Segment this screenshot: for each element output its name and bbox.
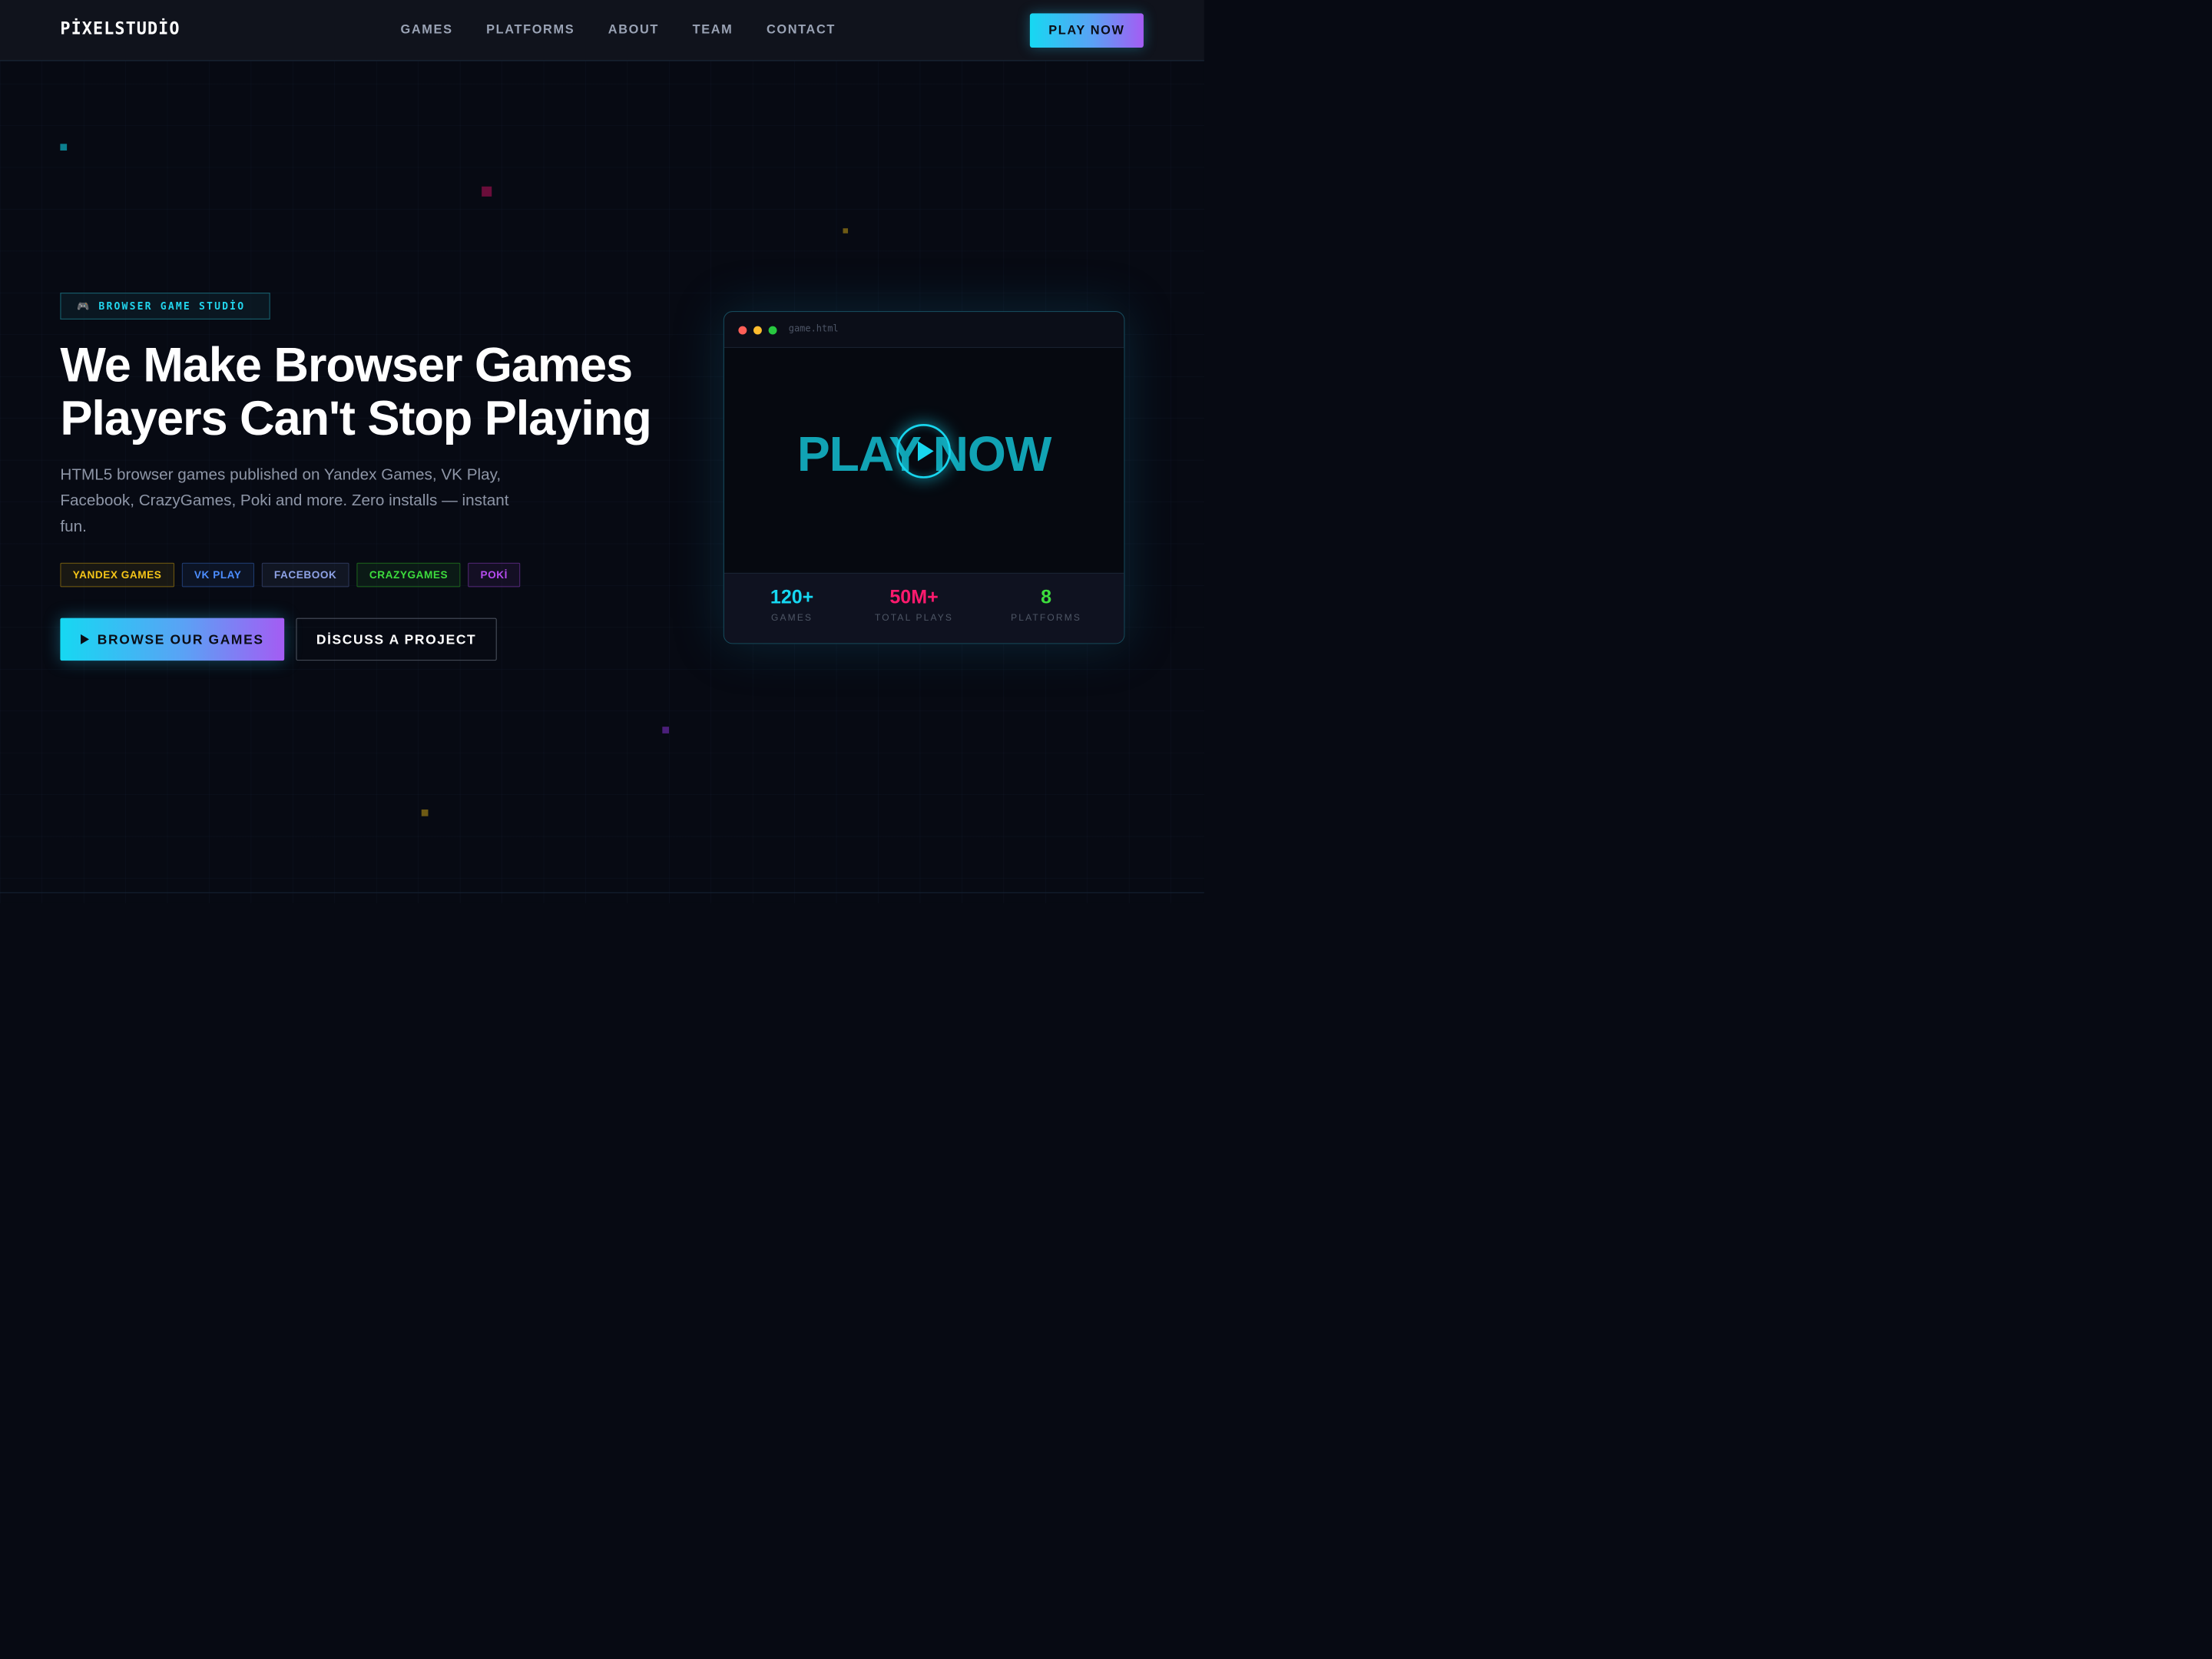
play-circle-icon[interactable]: [896, 424, 951, 478]
section-divider: [0, 892, 1204, 893]
stat-label: GAMES: [771, 612, 813, 623]
discuss-project-button[interactable]: DİSCUSS A PROJECT: [296, 618, 497, 661]
browse-games-button[interactable]: BROWSE OUR GAMES: [60, 618, 285, 661]
nav-link-about[interactable]: ABOUT: [608, 22, 659, 37]
play-triangle-icon: [917, 441, 934, 462]
stats-bar: 120+ GAMES 50M+ TOTAL PLAYS 8 PLATFORMS: [724, 572, 1124, 644]
browse-games-label: BROWSE OUR GAMES: [97, 631, 264, 647]
nav-link-contact[interactable]: CONTACT: [767, 22, 836, 37]
studio-badge: 🎮 BROWSER GAME STUDİO: [60, 293, 270, 320]
window-filename: game.html: [788, 323, 839, 334]
decor-pixel: [662, 727, 670, 733]
play-icon: [81, 634, 89, 644]
stat-label: TOTAL PLAYS: [875, 612, 954, 623]
gamepad-icon: 🎮: [77, 300, 90, 312]
stat-platforms: 8 PLATFORMS: [992, 585, 1101, 623]
platform-tags: YANDEX GAMES VK PLAY FACEBOOK CRAZYGAMES…: [60, 562, 521, 588]
stat-value: 120+: [770, 585, 814, 608]
top-nav: PİXELSTUDİO GAMES PLATFORMS ABOUT TEAM C…: [0, 0, 1204, 61]
site-logo[interactable]: PİXELSTUDİO: [60, 19, 180, 38]
game-preview-window: game.html PLAY NOW 120+ GAMES 50M+ TOTAL…: [723, 311, 1125, 644]
stat-total-plays: 50M+ TOTAL PLAYS: [859, 585, 969, 623]
decor-pixel: [421, 809, 429, 816]
game-screen[interactable]: PLAY NOW: [724, 347, 1124, 573]
platform-tag-poki[interactable]: POKİ: [468, 562, 521, 588]
hero-headline-line2: Players Can't Stop Playing: [60, 391, 651, 445]
hero-headline-line1: We Make Browser Games: [60, 337, 633, 392]
stat-value: 50M+: [889, 585, 939, 608]
decor-pixel: [482, 186, 492, 197]
decor-pixel: [60, 144, 68, 151]
studio-badge-label: BROWSER GAME STUDİO: [98, 300, 246, 313]
nav-link-platforms[interactable]: PLATFORMS: [486, 22, 575, 37]
hero-subtitle: HTML5 browser games published on Yandex …: [60, 465, 509, 535]
window-minimize-dot: [753, 326, 762, 335]
nav-link-team[interactable]: TEAM: [693, 22, 733, 37]
platform-tag-facebook[interactable]: FACEBOOK: [261, 562, 349, 588]
stat-label: PLATFORMS: [1011, 612, 1082, 623]
platform-tag-yandex[interactable]: YANDEX GAMES: [60, 562, 174, 588]
hero-headline: We Make Browser Games Players Can't Stop…: [60, 338, 687, 445]
decor-pixel: [843, 228, 849, 233]
platform-tag-crazygames[interactable]: CRAZYGAMES: [356, 562, 461, 588]
window-titlebar: game.html: [724, 312, 1124, 348]
play-now-button[interactable]: PLAY NOW: [1029, 13, 1144, 48]
stat-value: 8: [1041, 585, 1052, 608]
nav-link-games[interactable]: GAMES: [401, 22, 453, 37]
window-maximize-dot: [768, 326, 777, 335]
page: PİXELSTUDİO GAMES PLATFORMS ABOUT TEAM C…: [0, 0, 1204, 903]
nav-links: GAMES PLATFORMS ABOUT TEAM CONTACT: [401, 22, 836, 37]
platform-tag-vk-play[interactable]: VK PLAY: [181, 562, 254, 588]
stat-games: 120+ GAMES: [737, 585, 846, 623]
window-close-dot: [738, 326, 747, 335]
